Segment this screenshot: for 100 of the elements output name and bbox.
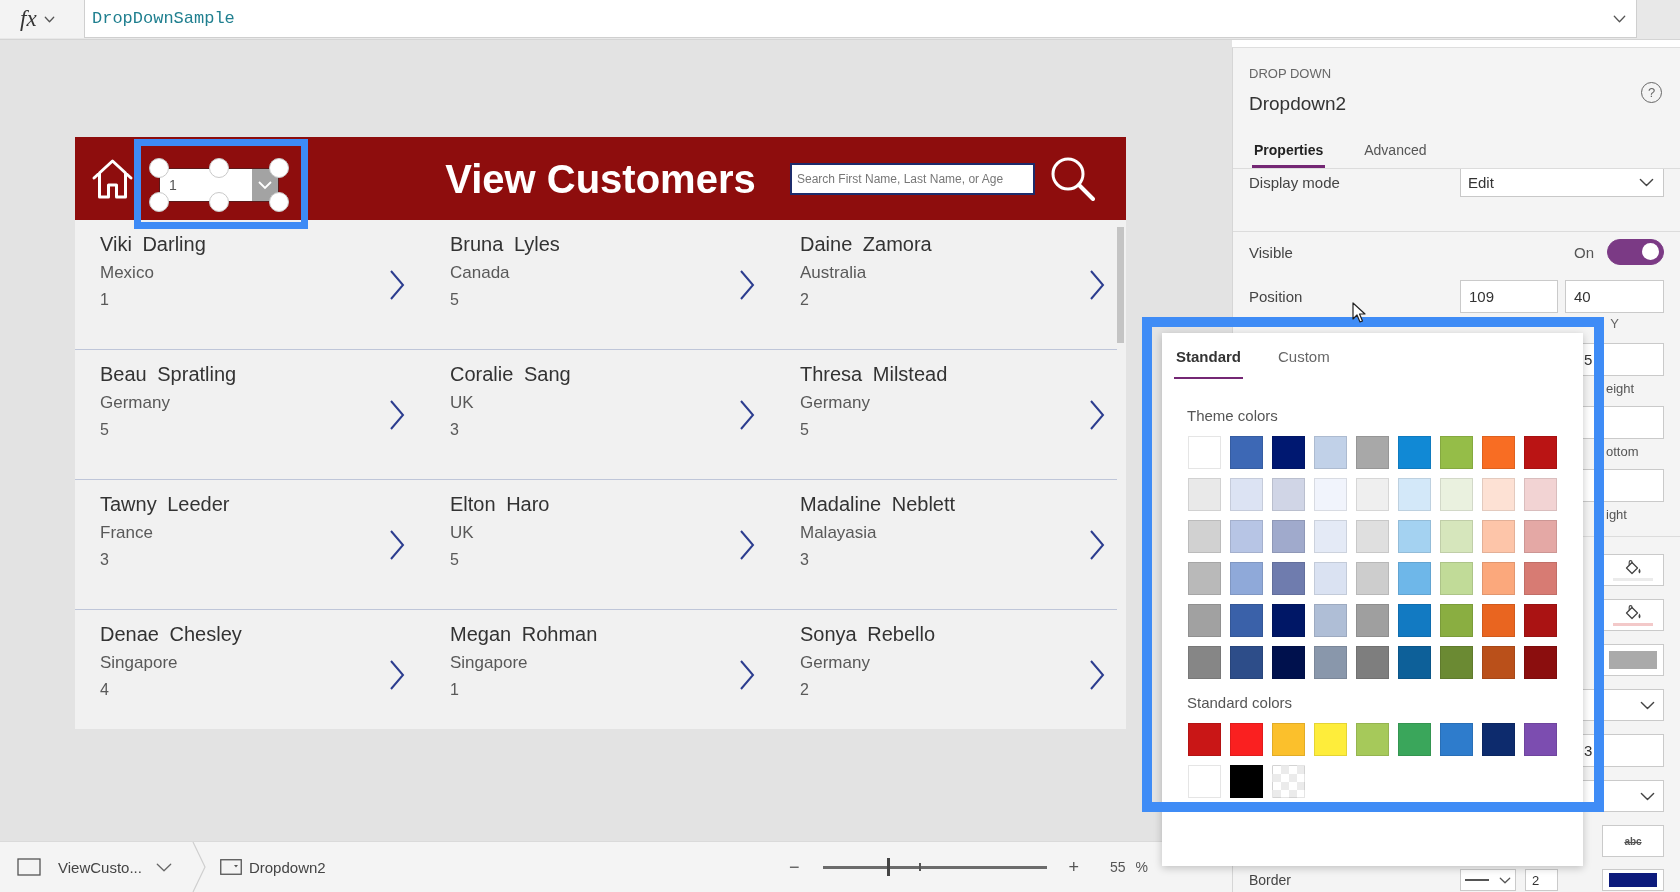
gallery-item[interactable]: Bruna Lyles Canada 5 (425, 220, 775, 350)
breadcrumb-item[interactable]: Dropdown2 (248, 858, 326, 876)
resize-handle[interactable] (209, 158, 229, 178)
chevron-down-icon[interactable] (1640, 700, 1655, 710)
color-swatch[interactable] (1230, 604, 1263, 637)
paint-button[interactable] (1602, 599, 1664, 631)
transparent-swatch[interactable] (1272, 765, 1305, 798)
chevron-right-icon[interactable] (739, 659, 755, 691)
position-y-field[interactable]: 40 (1565, 280, 1664, 313)
color-swatch[interactable] (1482, 520, 1515, 553)
picker-tab[interactable]: Custom (1276, 333, 1332, 379)
color-swatch[interactable] (1230, 520, 1263, 553)
color-swatch[interactable] (1398, 723, 1431, 756)
search-field[interactable]: Search First Name, Last Name, or Age (790, 162, 1035, 195)
color-swatch[interactable] (1524, 646, 1557, 679)
color-swatch[interactable] (1356, 723, 1389, 756)
scrollbar-thumb[interactable] (1117, 227, 1124, 343)
gallery-item[interactable]: Elton Haro UK 5 (425, 480, 775, 610)
chevron-down-icon[interactable] (155, 862, 172, 872)
color-swatch[interactable] (1230, 562, 1263, 595)
formula-input[interactable]: DropDownSample (84, 0, 1637, 38)
color-swatch[interactable] (1356, 562, 1389, 595)
position-x-field[interactable]: 109 (1460, 280, 1558, 313)
color-swatch[interactable] (1482, 562, 1515, 595)
gallery-item[interactable]: Tawny Leeder France 3 (75, 480, 425, 610)
chevron-down-icon[interactable] (43, 15, 55, 23)
chevron-right-icon[interactable] (1089, 659, 1105, 691)
chevron-right-icon[interactable] (389, 659, 405, 691)
panel-tab[interactable]: Advanced (1362, 132, 1429, 168)
color-swatch[interactable] (1272, 604, 1305, 637)
color-swatch[interactable] (1314, 520, 1347, 553)
color-swatch[interactable] (1440, 520, 1473, 553)
resize-handle[interactable] (149, 192, 169, 212)
color-swatch[interactable] (1272, 562, 1305, 595)
gallery-item[interactable]: Thresa Milstead Germany 5 (775, 350, 1117, 480)
color-swatch[interactable] (1230, 478, 1263, 511)
chevron-right-icon[interactable] (389, 269, 405, 301)
color-swatch[interactable] (1482, 646, 1515, 679)
color-swatch[interactable] (1524, 478, 1557, 511)
color-swatch[interactable] (1272, 436, 1305, 469)
color-swatch[interactable] (1482, 478, 1515, 511)
color-swatch[interactable] (1440, 436, 1473, 469)
chevron-right-icon[interactable] (1089, 269, 1105, 301)
color-swatch[interactable] (1482, 436, 1515, 469)
chevron-down-icon[interactable] (1499, 876, 1511, 884)
search-icon[interactable] (1050, 156, 1095, 201)
zoom-out-button[interactable]: − (788, 856, 800, 878)
chevron-right-icon[interactable] (389, 399, 405, 431)
resize-handle[interactable] (269, 158, 289, 178)
home-icon[interactable] (91, 157, 134, 200)
color-swatch[interactable] (1188, 646, 1221, 679)
resize-handle[interactable] (149, 158, 169, 178)
color-swatch[interactable] (1272, 478, 1305, 511)
color-swatch[interactable] (1440, 723, 1473, 756)
color-swatch[interactable] (1398, 562, 1431, 595)
color-swatch[interactable] (1272, 646, 1305, 679)
color-swatch[interactable] (1188, 723, 1221, 756)
slider-thumb[interactable] (886, 858, 890, 876)
color-swatch[interactable] (1188, 520, 1221, 553)
chevron-right-icon[interactable] (389, 529, 405, 561)
color-swatch[interactable] (1398, 478, 1431, 511)
color-picker-button[interactable] (1602, 869, 1664, 891)
border-style-dropdown[interactable] (1460, 869, 1516, 891)
color-swatch[interactable] (1524, 520, 1557, 553)
color-swatch[interactable] (1356, 436, 1389, 469)
color-swatch[interactable] (1482, 723, 1515, 756)
chevron-right-icon[interactable] (1089, 399, 1105, 431)
color-swatch[interactable] (1398, 604, 1431, 637)
color-swatch[interactable] (1440, 604, 1473, 637)
color-swatch[interactable] (1356, 520, 1389, 553)
color-swatch[interactable] (1524, 562, 1557, 595)
color-swatch[interactable] (1356, 604, 1389, 637)
color-swatch[interactable] (1440, 478, 1473, 511)
panel-tab[interactable]: Properties (1252, 132, 1326, 168)
gallery-item[interactable]: Beau Spratling Germany 5 (75, 350, 425, 480)
zoom-in-button[interactable]: + (1068, 856, 1079, 878)
chevron-right-icon[interactable] (1089, 529, 1105, 561)
gallery-item[interactable]: Megan Rohman Singapore 1 (425, 610, 775, 729)
color-swatch[interactable] (1230, 646, 1263, 679)
color-swatch[interactable] (1272, 520, 1305, 553)
paint-button[interactable] (1602, 554, 1664, 586)
color-swatch[interactable] (1398, 646, 1431, 679)
color-swatch[interactable] (1524, 604, 1557, 637)
color-swatch[interactable] (1188, 765, 1221, 798)
chevron-down-icon[interactable] (1640, 791, 1655, 801)
color-swatch[interactable] (1524, 723, 1557, 756)
breadcrumb-item[interactable]: ViewCusto... (58, 858, 142, 876)
color-swatch[interactable] (1524, 436, 1557, 469)
picker-tab[interactable]: Standard (1174, 333, 1243, 379)
color-swatch[interactable] (1188, 436, 1221, 469)
color-swatch[interactable] (1188, 604, 1221, 637)
color-picker-button[interactable] (1602, 644, 1664, 676)
chevron-down-icon[interactable] (1639, 178, 1654, 187)
resize-handle[interactable] (269, 192, 289, 212)
color-swatch[interactable] (1230, 765, 1263, 798)
gallery-item[interactable]: Viki Darling Mexico 1 (75, 220, 425, 350)
chevron-right-icon[interactable] (739, 399, 755, 431)
color-swatch[interactable] (1314, 436, 1347, 469)
strikethrough-button[interactable]: abc (1602, 825, 1664, 857)
color-swatch[interactable] (1398, 520, 1431, 553)
